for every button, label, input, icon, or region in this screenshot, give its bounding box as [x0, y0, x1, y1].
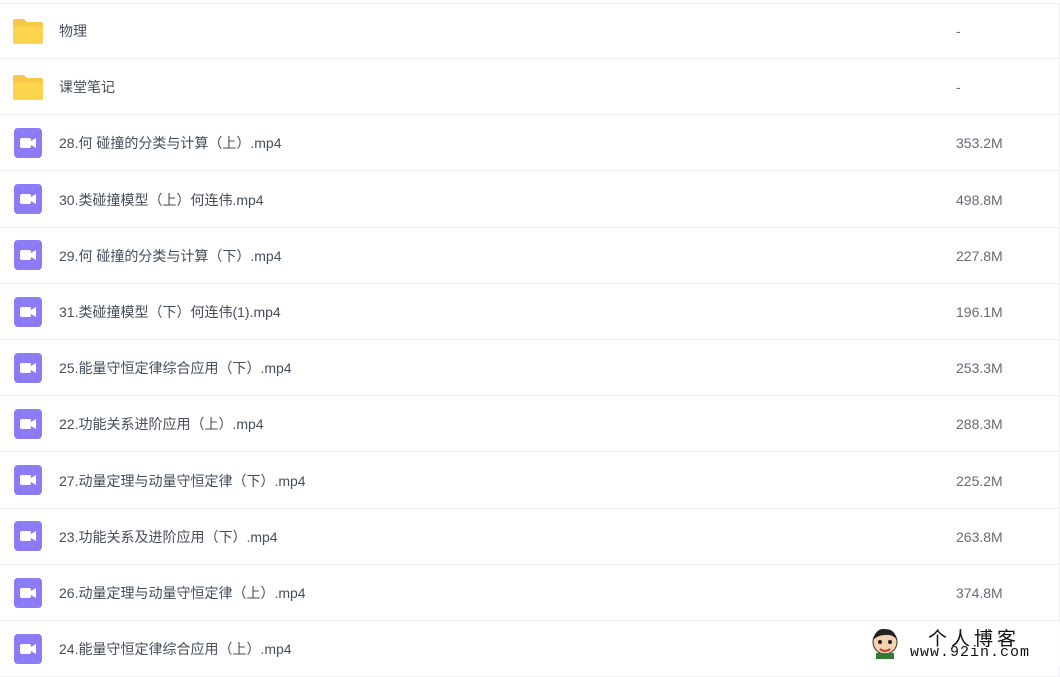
- file-row[interactable]: 26.动量定理与动量守恒定律（上）.mp4 374.8M: [0, 565, 1060, 621]
- file-size: 227.8M: [956, 247, 1003, 264]
- file-row[interactable]: 29.何 碰撞的分类与计算（下）.mp4 227.8M: [0, 227, 1060, 284]
- video-file-icon: [14, 352, 42, 383]
- file-size: 353.2M: [956, 135, 1003, 152]
- file-row[interactable]: 27.动量定理与动量守恒定律（下）.mp4 225.2M: [0, 452, 1060, 509]
- video-file-icon: [14, 127, 42, 158]
- file-name[interactable]: 24.能量守恒定律综合应用（上）.mp4: [59, 621, 292, 677]
- folder-icon: [13, 18, 43, 44]
- file-size: 196.1M: [956, 304, 1003, 320]
- file-name[interactable]: 29.何 碰撞的分类与计算（下）.mp4: [59, 228, 281, 284]
- file-name[interactable]: 26.动量定理与动量守恒定律（上）.mp4: [59, 565, 306, 621]
- video-file-icon: [14, 184, 42, 215]
- file-name[interactable]: 23.功能关系及进阶应用（下）.mp4: [59, 509, 278, 565]
- file-size: 253.3M: [956, 360, 1003, 377]
- file-name[interactable]: 30.类碰撞模型（上）何连伟.mp4: [59, 172, 264, 228]
- file-name[interactable]: 27.动量定理与动量守恒定律（下）.mp4: [59, 453, 306, 509]
- file-name[interactable]: 28.何 碰撞的分类与计算（上）.mp4: [59, 115, 281, 171]
- file-size: 225.2M: [956, 472, 1003, 489]
- file-row[interactable]: 30.类碰撞模型（上）何连伟.mp4 498.8M: [0, 171, 1060, 228]
- file-size: -: [956, 79, 961, 96]
- file-row[interactable]: 28.何 碰撞的分类与计算（上）.mp4 353.2M: [0, 115, 1060, 172]
- file-name[interactable]: 25.能量守恒定律综合应用（下）.mp4: [59, 340, 292, 396]
- video-file-icon: [14, 577, 42, 608]
- file-size: 288.3M: [956, 416, 1003, 433]
- file-row[interactable]: 25.能量守恒定律综合应用（下）.mp4 253.3M: [0, 340, 1060, 397]
- video-file-icon: [14, 521, 42, 552]
- file-row[interactable]: 31.类碰撞模型（下）何连伟(1).mp4 196.1M: [0, 284, 1060, 340]
- watermark-url: www.92in.com: [910, 644, 1031, 661]
- file-size: -: [956, 23, 961, 39]
- file-name[interactable]: 22.功能关系进阶应用（上）.mp4: [59, 396, 264, 452]
- file-size: 498.8M: [956, 191, 1003, 208]
- file-name[interactable]: 课堂笔记: [59, 59, 115, 115]
- folder-icon: [13, 74, 43, 100]
- folder-row[interactable]: 物理 -: [0, 3, 1060, 59]
- video-file-icon: [14, 465, 42, 496]
- file-size: 263.8M: [956, 528, 1003, 545]
- file-name[interactable]: 物理: [59, 3, 87, 59]
- watermark: 个人博客 www.92in.com: [864, 622, 1060, 665]
- video-file-icon: [14, 240, 42, 271]
- avatar-icon: [872, 628, 898, 659]
- folder-row[interactable]: 课堂笔记 -: [0, 59, 1060, 116]
- video-file-icon: [14, 408, 42, 439]
- file-row[interactable]: 23.功能关系及进阶应用（下）.mp4 263.8M: [0, 508, 1060, 565]
- file-size: 374.8M: [956, 585, 1003, 601]
- file-row[interactable]: 22.功能关系进阶应用（上）.mp4 288.3M: [0, 396, 1060, 453]
- video-file-icon: [14, 633, 42, 664]
- file-name[interactable]: 31.类碰撞模型（下）何连伟(1).mp4: [59, 284, 281, 340]
- video-file-icon: [14, 296, 42, 327]
